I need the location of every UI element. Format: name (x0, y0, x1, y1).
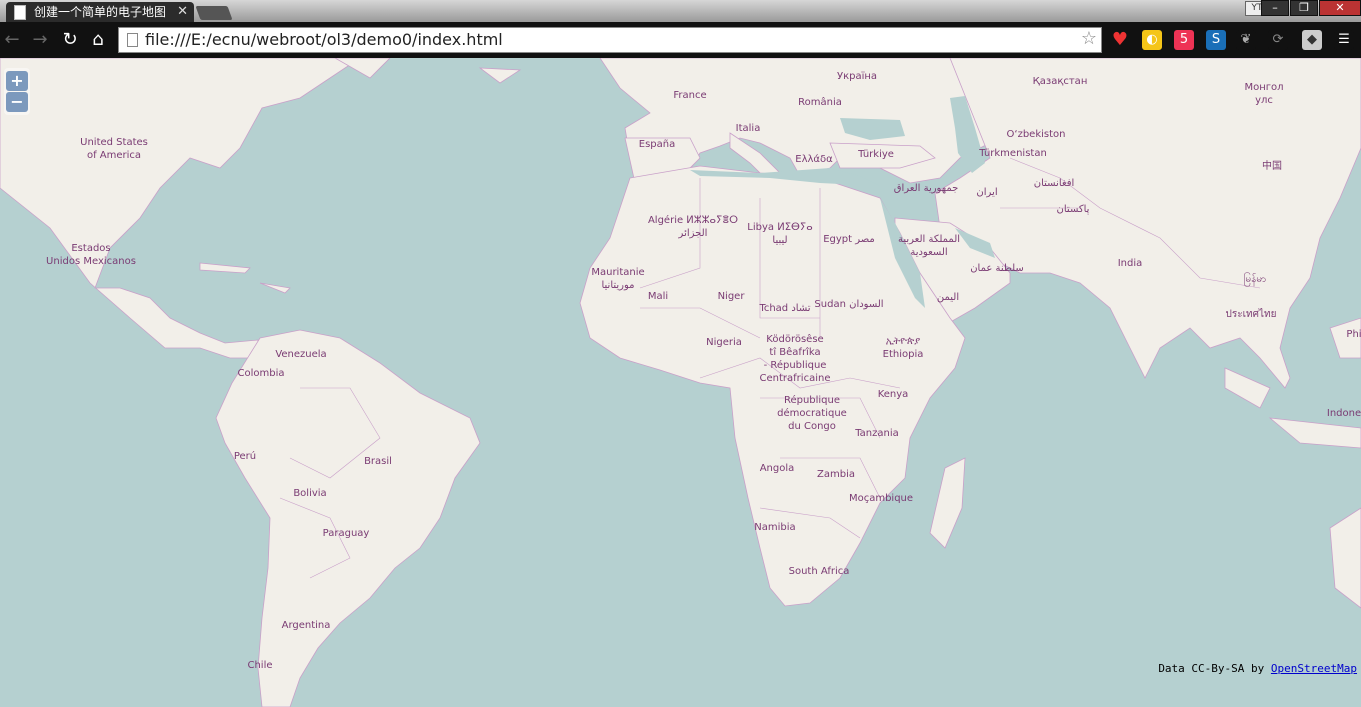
country-label-china: 中国 (1262, 161, 1282, 172)
country-label-pakistan: پاکستان (1056, 204, 1090, 215)
country-label-myanmar: မြန်မာ (1243, 274, 1267, 285)
country-label-afghanistan: افغانستان (1033, 178, 1075, 189)
map-viewport[interactable]: Україна Қазақстан Монгол улс France România It… (0, 58, 1361, 707)
country-label-espana: España (638, 139, 676, 150)
country-label-thailand: ประเทศไทย (1225, 309, 1277, 320)
s-extension-icon[interactable]: S (1206, 30, 1226, 50)
country-label-peru: Perú (233, 451, 257, 462)
country-label-france: France (673, 90, 707, 101)
country-label-mongolia: Монгол улс (1244, 82, 1284, 106)
browser-tab[interactable]: 创建一个简单的电子地图 ✕ (6, 2, 194, 22)
country-label-turkiye: Türkiye (858, 149, 894, 160)
reload-icon[interactable]: ↻ (60, 30, 80, 50)
country-label-mali: Mali (647, 291, 669, 302)
attribution-text: Data CC-By-SA by (1158, 662, 1265, 675)
country-label-venezuela: Venezuela (275, 349, 327, 360)
country-label-romania: România (798, 97, 842, 108)
country-label-saudi: المملكة العربية السعودية (897, 234, 961, 258)
country-label-chile: Chile (247, 660, 273, 671)
country-label-southafrica: South Africa (788, 566, 850, 577)
zoom-in-button[interactable]: + (6, 71, 28, 91)
asia-landmass (934, 58, 1361, 389)
bookmark-star-icon[interactable]: ☆ (1081, 28, 1097, 49)
country-label-mexico: Estados Unidos Mexicanos (46, 243, 136, 267)
tab-title: 创建一个简单的电子地图 (34, 5, 167, 19)
country-label-greece: Ελλάδα (795, 154, 833, 165)
sync-extension-icon[interactable]: ⟳ (1268, 30, 1288, 50)
map-basemap (0, 58, 1361, 707)
osm-link[interactable]: OpenStreetMap (1271, 662, 1357, 675)
new-tab-button[interactable] (195, 6, 233, 20)
country-label-niger: Niger (717, 291, 745, 302)
country-label-kenya: Kenya (877, 389, 909, 400)
maximize-button[interactable]: ❐ (1290, 0, 1318, 16)
country-label-libya: Libya ⵍⵉⴱⵢⴰ ليبيا (747, 222, 813, 246)
country-label-nigeria: Nigeria (706, 337, 742, 348)
country-label-tanzania: Tanzania (855, 428, 899, 439)
country-label-india: India (1117, 258, 1143, 269)
country-label-car: Ködörösêse tî Bêafrîka - République Centraf… (759, 334, 831, 384)
leaf-extension-icon[interactable]: ❦ (1236, 30, 1256, 50)
country-label-philippines: Phi (1346, 329, 1361, 340)
country-label-ukraine: Україна (836, 71, 878, 82)
country-label-iraq: جمهورية العراق (893, 183, 959, 194)
country-label-brasil: Brasil (364, 456, 392, 467)
address-bar[interactable]: file:///E:/ecnu/webroot/ol3/demo0/index.… (118, 27, 1102, 53)
country-label-bolivia: Bolivia (293, 488, 327, 499)
country-label-turkmenistan: Türkmenistan (979, 148, 1047, 159)
country-label-algeria: Algérie ⵍⵣⵣⴰⵢⴻⵔ الجزائر (647, 215, 739, 239)
madagascar (929, 457, 966, 549)
country-label-drc: République démocratique du Congo (777, 395, 847, 432)
country-label-usa: United States of America (80, 137, 148, 161)
country-label-colombia: Colombia (237, 368, 285, 379)
map-attribution: Data CC-By-SA by OpenStreetMap (1158, 662, 1357, 675)
close-window-button[interactable]: ✕ (1319, 0, 1361, 16)
address-url[interactable]: file:///E:/ecnu/webroot/ol3/demo0/index.… (145, 30, 503, 49)
window-controls: – ❐ ✕ (1260, 0, 1361, 16)
country-label-yemen: اليمن (936, 292, 960, 303)
tab-close-icon[interactable]: ✕ (177, 2, 188, 22)
shield-extension-icon[interactable]: ◆ (1302, 30, 1322, 50)
country-label-ethiopia: ኢትዮጵያ Ethiopia (882, 336, 924, 360)
country-label-indonesia: Indone (1326, 408, 1361, 419)
country-label-chad: Tchad تشاد (759, 303, 811, 314)
forward-arrow-icon[interactable]: → (30, 30, 50, 50)
html5-extension-icon[interactable]: 5 (1174, 30, 1194, 50)
zoom-control: + − (4, 68, 30, 115)
zoom-out-button[interactable]: − (6, 92, 28, 112)
country-label-sudan: Sudan السودان (814, 299, 884, 310)
back-arrow-icon[interactable]: ← (2, 30, 22, 50)
north-america-landmass (0, 58, 361, 359)
page-icon (14, 5, 26, 20)
country-label-iran: ایران (976, 187, 998, 198)
heart-extension-icon[interactable]: ♥ (1110, 30, 1130, 50)
document-icon (127, 33, 138, 47)
country-label-mauritania: Mauritanie موريتانيا (591, 267, 645, 291)
minimize-button[interactable]: – (1261, 0, 1289, 16)
country-label-egypt: Egypt مصر (823, 234, 875, 245)
browser-toolbar: ← → ↻ ⌂ file:///E:/ecnu/webroot/ol3/demo… (0, 22, 1361, 58)
country-label-argentina: Argentina (281, 620, 331, 631)
browser-titlebar: 创建一个简单的电子地图 ✕ YT – ❐ ✕ (0, 0, 1361, 22)
country-label-uzbekistan: O‘zbekiston (1006, 129, 1066, 140)
extension-icon-2[interactable]: ◐ (1142, 30, 1162, 50)
country-label-angola: Angola (759, 463, 795, 474)
country-label-oman: سلطنة عمان (970, 263, 1024, 274)
country-label-namibia: Namibia (754, 522, 796, 533)
country-label-italia: Italia (735, 123, 761, 134)
country-label-zambia: Zambia (817, 469, 855, 480)
menu-icon[interactable]: ☰ (1334, 30, 1354, 50)
country-label-paraguay: Paraguay (322, 528, 370, 539)
home-icon[interactable]: ⌂ (88, 30, 108, 50)
south-america-landmass (215, 329, 481, 707)
country-label-mocambique: Moçambique (848, 493, 914, 504)
country-label-kazakhstan: Қазақстан (1032, 76, 1088, 87)
australia-edge (1329, 507, 1361, 609)
